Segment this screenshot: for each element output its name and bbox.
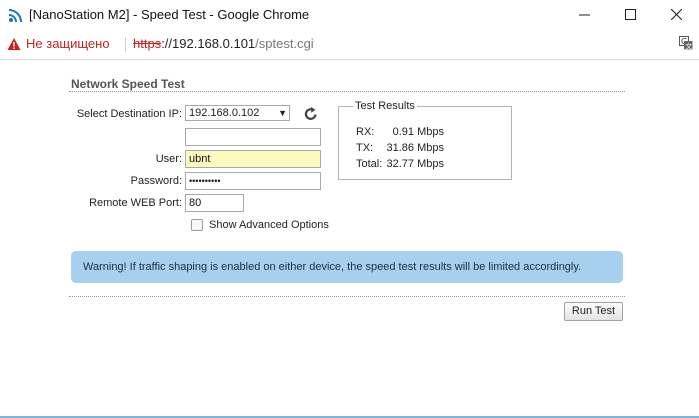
title-divider — [69, 91, 625, 92]
remote-port-input[interactable]: 80 — [185, 194, 244, 212]
url-path: /sptest.cgi — [255, 36, 314, 51]
advanced-options-checkbox[interactable] — [191, 219, 203, 231]
destination-ip-label: Select Destination IP: — [76, 108, 182, 120]
minimize-icon — [578, 14, 590, 16]
refresh-icon[interactable] — [303, 106, 319, 122]
chevron-down-icon: ▼ — [278, 108, 287, 118]
address-divider — [125, 37, 126, 52]
url-scheme: https — [133, 36, 162, 51]
user-label: User: — [155, 153, 182, 165]
traffic-shaping-warning: Warning! If traffic shaping is enabled o… — [71, 251, 623, 283]
svg-text:文: 文 — [685, 41, 692, 50]
password-input[interactable]: •••••••••• — [185, 172, 321, 190]
warning-triangle-icon[interactable] — [7, 37, 21, 51]
test-results-legend: Test Results — [353, 100, 417, 112]
advanced-options-label[interactable]: Show Advanced Options — [209, 219, 329, 231]
bottom-divider — [69, 296, 625, 297]
minimize-button[interactable] — [561, 0, 607, 29]
rx-value: 0.91 Mbps — [392, 126, 444, 138]
remote-port-label: Remote WEB Port: — [89, 197, 182, 209]
window-titlebar: [NanoStation M2] - Speed Test - Google C… — [0, 0, 699, 29]
maximize-icon — [624, 9, 636, 20]
custom-ip-input[interactable] — [185, 128, 321, 146]
destination-ip-select[interactable]: 192.168.0.102 ▼ — [185, 105, 290, 121]
run-test-button[interactable]: Run Test — [564, 302, 623, 321]
url-text[interactable]: https://192.168.0.101/sptest.cgi — [133, 36, 314, 51]
page-title: Network Speed Test — [71, 77, 185, 91]
wifi-feed-icon — [8, 9, 22, 23]
tx-value: 31.86 Mbps — [386, 142, 444, 154]
total-value: 32.77 Mbps — [386, 158, 444, 170]
close-button[interactable] — [653, 0, 699, 29]
password-label: Password: — [130, 175, 182, 187]
maximize-button[interactable] — [607, 0, 653, 29]
close-icon — [670, 9, 682, 20]
url-host: ://192.168.0.101 — [161, 36, 256, 51]
translate-icon[interactable]: G 文 — [679, 36, 693, 50]
page-content: Network Speed Test Select Destination IP… — [0, 60, 699, 418]
security-status[interactable]: Не защищено — [26, 36, 110, 51]
destination-ip-value: 192.168.0.102 — [189, 107, 260, 119]
window-title: [NanoStation M2] - Speed Test - Google C… — [29, 7, 310, 22]
user-input[interactable]: ubnt — [185, 150, 321, 168]
address-bar[interactable]: Не защищено https://192.168.0.101/sptest… — [0, 29, 699, 60]
